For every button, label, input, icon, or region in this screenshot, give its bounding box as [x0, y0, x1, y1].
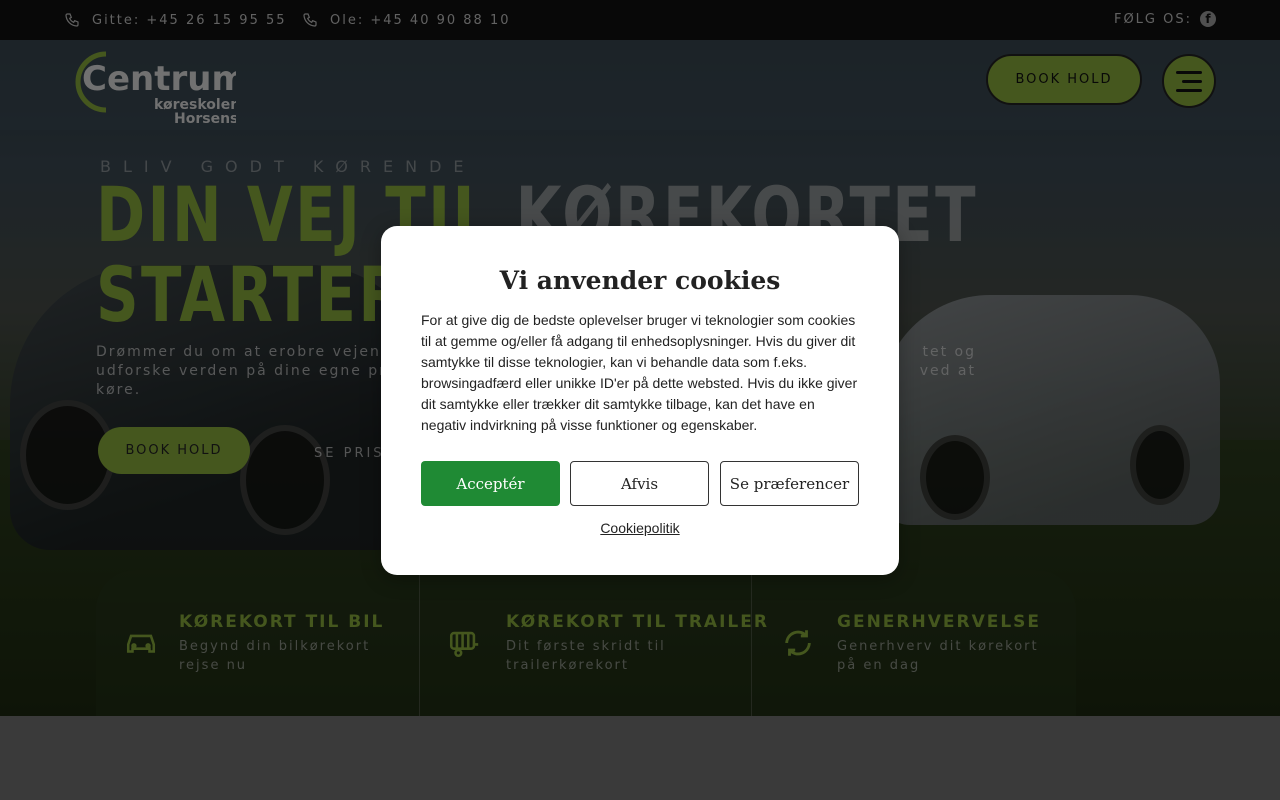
cookie-dialog-body: For at give dig de bedste oplevelser bru… — [421, 312, 858, 433]
cookie-consent-dialog: Vi anvender cookies For at give dig de b… — [381, 226, 899, 575]
cookie-dialog-title: Vi anvender cookies — [499, 266, 781, 295]
cookie-policy-link[interactable]: Cookiepolitik — [381, 520, 899, 536]
accept-cookies-button[interactable]: Acceptér — [421, 461, 560, 506]
cookie-preferences-button[interactable]: Se præferencer — [720, 461, 859, 506]
reject-cookies-button[interactable]: Afvis — [570, 461, 709, 506]
